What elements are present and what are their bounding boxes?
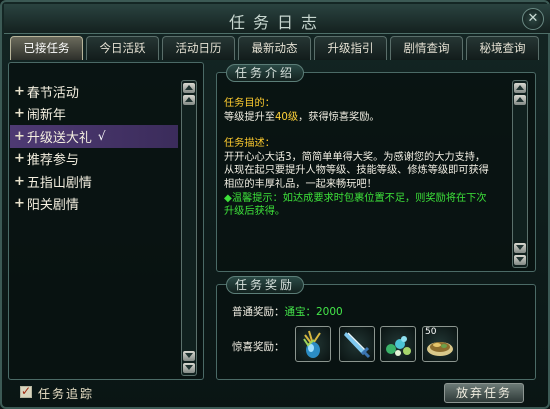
quest-list-scrollbar[interactable] bbox=[181, 80, 197, 376]
checkmark-icon: √ bbox=[97, 129, 106, 144]
track-quest-label[interactable]: 任务追踪 bbox=[38, 385, 94, 402]
reward-item-slot[interactable] bbox=[380, 326, 416, 362]
track-quest-checkbox[interactable] bbox=[20, 384, 32, 398]
tab-accepted-quests[interactable]: 已接任务 bbox=[10, 36, 83, 60]
quest-item-label: 阳关剧情 bbox=[26, 198, 79, 214]
tip-text: ◆温馨提示：如达成要求时包裹位置不足，则奖励将在下次升级后获得。 bbox=[224, 192, 487, 218]
quest-list: + 春节活动 + 闹新年 + 升级送大礼 √ + 推荐参与 + 五指山剧情 + … bbox=[10, 80, 178, 215]
expand-icon: + bbox=[14, 106, 25, 122]
normal-reward-label: 普通奖励： bbox=[232, 306, 285, 318]
expand-icon: + bbox=[14, 151, 25, 167]
scroll-page-up-arrow-icon[interactable] bbox=[514, 95, 526, 105]
quest-item-label: 五指山剧情 bbox=[26, 175, 92, 191]
scroll-up-arrow-icon[interactable] bbox=[514, 83, 526, 93]
item-count: 50 bbox=[425, 327, 437, 337]
close-button[interactable]: ✕ bbox=[522, 8, 544, 30]
quest-item-new-year[interactable]: + 闹新年 bbox=[10, 103, 178, 126]
window-title: 任务日志 bbox=[228, 13, 325, 32]
reward-item-slot[interactable] bbox=[295, 326, 331, 362]
scroll-page-down-arrow-icon[interactable] bbox=[514, 243, 526, 253]
surprise-reward-label: 惊喜奖励： bbox=[232, 341, 285, 353]
desc-text: 开开心心大话3，简简单单得大奖。为感谢您的大力支持，从现在起只要提升人物等级、技… bbox=[224, 151, 489, 190]
scroll-down-arrow-icon[interactable] bbox=[514, 255, 526, 265]
crystal-sword-icon bbox=[344, 332, 371, 359]
reward-panel-title: 任务奖励 bbox=[226, 276, 305, 294]
tab-event-calendar[interactable]: 活动日历 bbox=[162, 36, 235, 60]
abandon-quest-button[interactable]: 放弃任务 bbox=[444, 383, 524, 403]
goal-suffix: ，获得惊喜奖励。 bbox=[298, 111, 380, 123]
quest-item-label: 闹新年 bbox=[26, 108, 66, 124]
quest-item-recommended[interactable]: + 推荐参与 bbox=[10, 148, 178, 171]
quest-item-wuzhishan-story[interactable]: + 五指山剧情 bbox=[10, 170, 178, 193]
description-scrollbar[interactable] bbox=[512, 80, 528, 268]
goal-label: 任务目的： bbox=[224, 98, 275, 109]
quest-item-label: 春节活动 bbox=[26, 85, 79, 101]
normal-reward: 普通奖励：通宝：2000 bbox=[232, 304, 343, 319]
quest-reward-panel bbox=[216, 284, 536, 380]
expand-icon: + bbox=[14, 83, 25, 99]
expand-icon: + bbox=[14, 128, 25, 144]
title-bar[interactable]: 任务日志 ✕ bbox=[4, 4, 550, 34]
quest-item-yangguan-story[interactable]: + 阳关剧情 bbox=[10, 193, 178, 216]
quest-goal: 任务目的： 等级提升至40级，获得惊喜奖励。 bbox=[224, 97, 494, 124]
reward-item-slot[interactable]: 50 bbox=[422, 326, 458, 362]
normal-reward-value: 通宝：2000 bbox=[284, 306, 343, 318]
scroll-page-up-arrow-icon[interactable] bbox=[183, 95, 195, 105]
goal-prefix: 等级提升至 bbox=[224, 111, 275, 123]
goal-text: 等级提升至40级，获得惊喜奖励。 bbox=[224, 111, 494, 125]
quest-item-label: 升级送大礼 bbox=[26, 130, 92, 146]
reward-item-slot[interactable] bbox=[339, 326, 375, 362]
scroll-up-arrow-icon[interactable] bbox=[183, 83, 195, 93]
quest-description: 任务目的： 等级提升至40级，获得惊喜奖励。 任务描述： 开开心心大话3，简简单… bbox=[224, 97, 494, 219]
herb-bundle-icon bbox=[303, 330, 321, 358]
expand-icon: + bbox=[14, 196, 25, 212]
desc-label: 任务描述： bbox=[224, 138, 275, 150]
tab-story-lookup[interactable]: 剧情查询 bbox=[390, 36, 463, 60]
scroll-page-down-arrow-icon[interactable] bbox=[183, 351, 195, 361]
tab-level-guide[interactable]: 升级指引 bbox=[314, 36, 387, 60]
tab-bar: 已接任务 今日活跃 活动日历 最新动态 升级指引 剧情查询 秘境查询 bbox=[10, 36, 542, 60]
quest-item-label: 推荐参与 bbox=[26, 153, 79, 169]
scroll-down-arrow-icon[interactable] bbox=[183, 363, 195, 373]
description-panel-title: 任务介绍 bbox=[226, 64, 305, 82]
tab-daily-active[interactable]: 今日活跃 bbox=[86, 36, 159, 60]
quest-desc: 任务描述： 开开心心大话3，简简单单得大奖。为感谢您的大力支持，从现在起只要提升… bbox=[224, 137, 494, 219]
orbs-cluster-icon bbox=[386, 336, 411, 356]
quest-item-spring-festival[interactable]: + 春节活动 bbox=[10, 80, 178, 103]
goal-level: 40级 bbox=[274, 111, 299, 123]
quest-item-level-up-gift[interactable]: + 升级送大礼 √ bbox=[10, 125, 178, 148]
tab-secret-realm-lookup[interactable]: 秘境查询 bbox=[466, 36, 539, 60]
tab-latest-news[interactable]: 最新动态 bbox=[238, 36, 311, 60]
expand-icon: + bbox=[14, 173, 25, 189]
